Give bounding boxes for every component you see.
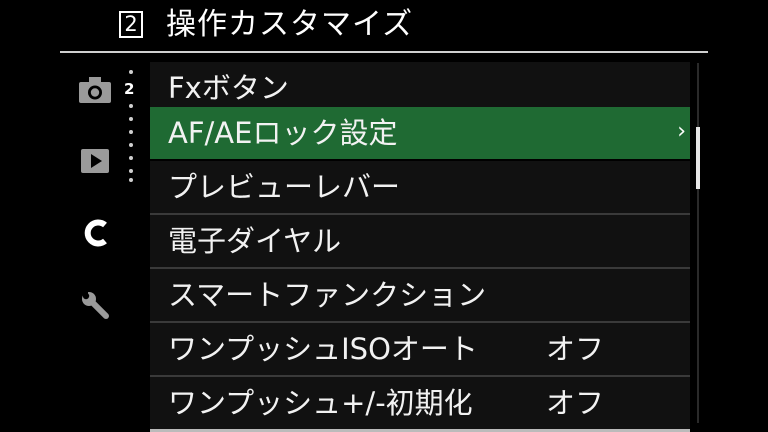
menu-item-label: 電子ダイヤル [168,224,342,258]
page-title: 操作カスタマイズ [166,7,414,42]
menu-header: 2 操作カスタマイズ [0,0,768,54]
wrench-icon[interactable] [80,290,110,320]
page-dot [129,143,133,147]
menu-item-label: AF/AEロック設定 [168,116,398,150]
menu-item-one-push-exposure-reset[interactable]: ワンプッシュ+/-初期化 オフ [150,377,690,429]
page-dot [129,104,133,108]
c-icon[interactable] [80,216,114,250]
page-dot [129,156,133,160]
menu-item-label: スマートファンクション [168,278,487,312]
page-dot [129,178,133,182]
scrollbar-track[interactable] [697,63,699,423]
menu-item-label: ワンプッシュ+/-初期化 [168,386,473,420]
page-dot [129,117,133,121]
sub-page-number: 2 [124,80,135,98]
menu-item-label: プレビューレバー [168,170,401,204]
menu-item-af-ae-lock[interactable]: AF/AEロック設定 › [150,107,690,159]
header-divider [60,51,708,53]
menu-item-smart-function[interactable]: スマートファンクション [150,269,690,321]
menu-item-preview-lever[interactable]: プレビューレバー [150,161,690,213]
camera-icon[interactable] [78,76,112,104]
menu-item-label: ワンプッシュISOオート [168,332,478,366]
menu-item-value: オフ [546,386,605,420]
menu-item-electronic-dial[interactable]: 電子ダイヤル [150,215,690,267]
page-dot [129,70,133,74]
page-number-badge: 2 [119,11,143,38]
chevron-right-icon: › [677,119,686,144]
menu-item-one-push-iso-auto[interactable]: ワンプッシュISOオート オフ [150,323,690,375]
page-dot [129,169,133,173]
page-dot [129,130,133,134]
play-icon[interactable] [80,148,110,174]
scrollbar-thumb[interactable] [696,127,700,189]
menu-item-value: オフ [546,332,605,366]
